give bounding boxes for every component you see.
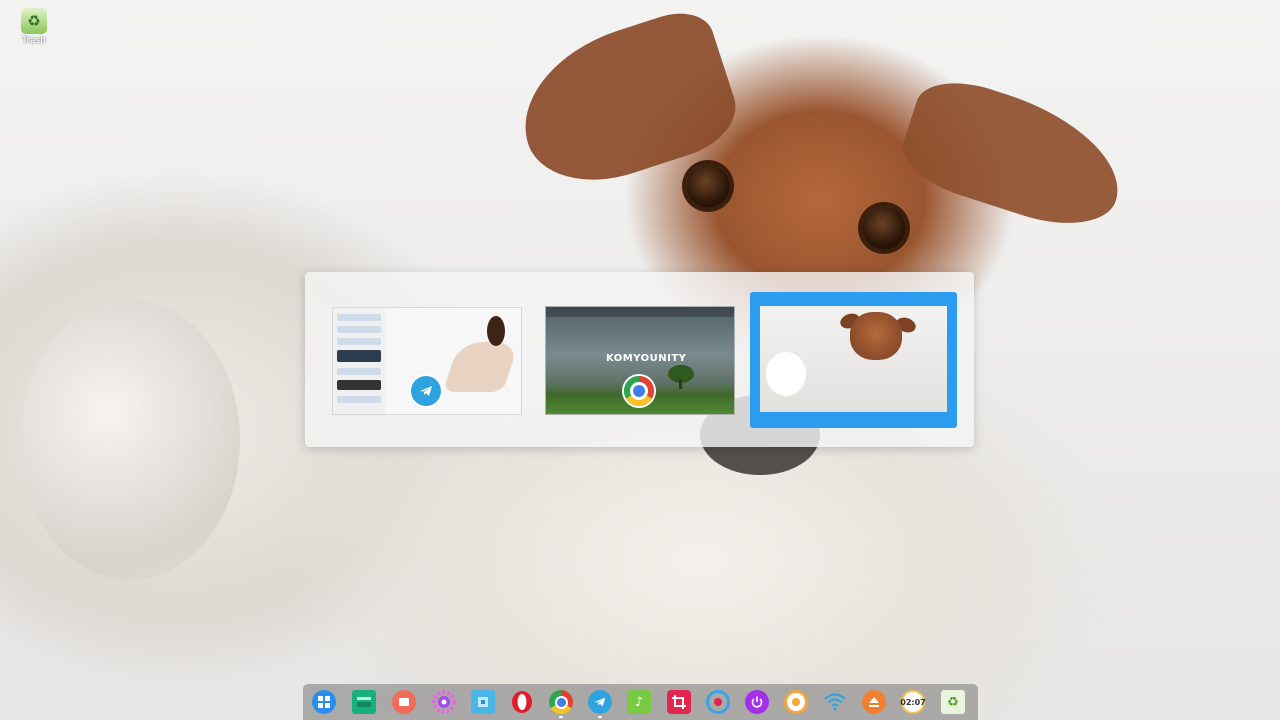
wallpaper-preview: [760, 306, 947, 412]
wallpaper-dog-eye-right: [862, 206, 906, 250]
dock-item-remote-assistance[interactable]: [705, 689, 731, 715]
trash-icon: ♻: [21, 8, 47, 34]
dock-item-screenshot[interactable]: [666, 689, 692, 715]
chrome-page-title: KOMYOUNITY: [606, 353, 687, 364]
desktop-icon-trash[interactable]: ♻ Trash: [14, 8, 54, 46]
desktop-icon-label: Trash: [22, 36, 46, 46]
dock-item-telegram[interactable]: [587, 689, 613, 718]
clock-icon: [784, 690, 808, 714]
dock-item-eject[interactable]: [861, 689, 887, 715]
camera-icon: [706, 690, 730, 714]
launcher-icon: [312, 690, 336, 714]
dock-item-file-manager[interactable]: [470, 689, 496, 715]
crop-icon: [667, 690, 691, 714]
dock-item-settings[interactable]: [431, 689, 457, 715]
dock-item-wifi[interactable]: [822, 689, 848, 715]
window-thumbnail-desktop-selected[interactable]: [750, 292, 957, 428]
screen-recorder-icon: [392, 690, 416, 714]
dock-item-datetime[interactable]: 02:07: [900, 689, 926, 715]
active-indicator: [598, 716, 602, 718]
telegram-preview-image: [442, 342, 520, 392]
opera-icon: [510, 690, 534, 714]
eject-icon: [862, 690, 886, 714]
wallpaper-dog-eye-left: [686, 164, 730, 208]
telegram-icon: [411, 376, 441, 406]
wallpaper-dog-ear-right: [893, 68, 1137, 242]
folder-icon: [471, 690, 495, 714]
gear-icon: [432, 690, 456, 714]
multitasking-icon: [352, 690, 376, 714]
datetime-icon: 02:07: [900, 690, 926, 714]
dock-item-chrome[interactable]: [548, 689, 574, 718]
wallpaper-dog-paw: [20, 300, 240, 580]
dock-item-shutdown[interactable]: [744, 689, 770, 715]
chrome-icon: [624, 376, 654, 406]
dock-item-opera[interactable]: [509, 689, 535, 715]
power-icon: [745, 690, 769, 714]
dock-item-launcher[interactable]: [311, 689, 337, 715]
telegram-chat-list: [333, 308, 385, 414]
dock-item-multitasking[interactable]: [351, 689, 377, 715]
dock: ♪ 02:07 ♻: [303, 684, 978, 720]
chrome-icon: [549, 690, 573, 714]
dock-item-trash[interactable]: ♻: [940, 689, 966, 715]
telegram-icon: [588, 690, 612, 714]
active-indicator: [559, 716, 563, 718]
dock-item-screen-recorder[interactable]: [391, 689, 417, 715]
music-icon: ♪: [627, 690, 651, 714]
trash-icon: ♻: [941, 690, 965, 714]
dock-item-music[interactable]: ♪: [626, 689, 652, 715]
window-switcher: KOMYOUNITY: [305, 272, 974, 447]
dock-item-clock-app[interactable]: [783, 689, 809, 715]
wifi-icon: [823, 690, 847, 714]
chrome-page-nav: [546, 307, 734, 317]
